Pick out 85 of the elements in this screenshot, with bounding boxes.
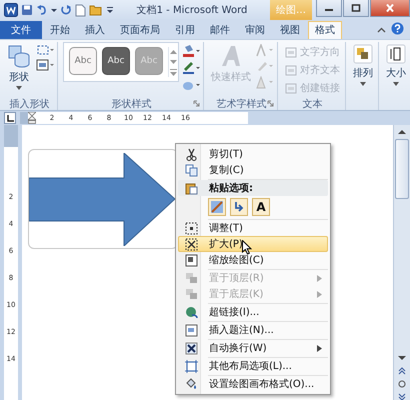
group-label: 插入形状	[10, 98, 50, 110]
edit-shape-icon[interactable]	[36, 44, 54, 56]
group-label: 文本	[302, 98, 322, 110]
menu-item[interactable]: 自动换行(W)	[178, 340, 328, 356]
ribbon-tab[interactable]: 格式	[308, 21, 342, 39]
redo-icon[interactable]	[60, 4, 72, 16]
scale-drawing-icon	[184, 254, 198, 266]
close-button[interactable]	[370, 0, 410, 17]
word-logo-icon[interactable]	[4, 3, 18, 17]
layers-icon	[184, 272, 198, 284]
ribbon-tab[interactable]: 页面布局	[113, 21, 167, 39]
copy-icon	[184, 164, 198, 176]
indent-marker-icon[interactable]	[28, 112, 36, 124]
tab-selector-button[interactable]	[4, 112, 16, 124]
merge-arrow-icon	[232, 200, 246, 214]
contextual-tab-label: 绘图…	[270, 0, 312, 20]
dropdown-icon[interactable]	[106, 4, 114, 16]
shapes-button[interactable]: 形状	[5, 42, 33, 92]
layers-icon	[184, 288, 198, 300]
maximize-icon	[351, 4, 361, 12]
menu-item[interactable]: 超链接(I)...	[178, 304, 328, 320]
scrollbar-thumb[interactable]	[395, 139, 409, 199]
more-styles-icon[interactable]	[170, 67, 177, 77]
minimize-button[interactable]	[316, 0, 342, 17]
arrange-button[interactable]: 排列	[351, 42, 375, 88]
ribbon-tab[interactable]: 开始	[43, 21, 77, 39]
submenu-arrow-icon	[317, 274, 322, 282]
menu-item[interactable]: 设置绘图画布格式(O)...	[178, 376, 328, 392]
menu-item[interactable]: 剪切(T)	[178, 146, 328, 162]
collapse-ribbon-icon[interactable]	[377, 26, 386, 35]
shape-style-swatch[interactable]: Abc	[102, 47, 130, 75]
size-icon	[386, 44, 406, 64]
shapes-icon	[7, 44, 31, 68]
group-label: 形状样式	[112, 98, 152, 110]
menu-item[interactable]: 插入题注(N)...	[178, 322, 328, 338]
submenu-arrow-icon	[317, 290, 322, 298]
text-box-icon	[285, 46, 297, 58]
dotted-frame-icon	[184, 222, 198, 234]
mouse-pointer-icon	[242, 240, 252, 255]
keep-formatting-paste-button[interactable]	[208, 198, 226, 216]
caption-icon	[184, 324, 198, 336]
clipboard-icon	[184, 182, 198, 194]
dialog-launcher-icon[interactable]	[193, 100, 200, 107]
ribbon-tab[interactable]: 引用	[168, 21, 202, 39]
merge-paste-button[interactable]	[230, 198, 248, 216]
arrange-icon	[353, 44, 373, 64]
scissors-icon	[184, 148, 198, 160]
ribbon-tab[interactable]: 视图	[273, 21, 307, 39]
close-icon	[385, 4, 395, 12]
help-icon[interactable]	[391, 22, 404, 35]
caret-icon	[360, 82, 366, 86]
dialog-launcher-icon[interactable]	[267, 100, 274, 107]
group-label: 艺术字样式	[216, 98, 266, 110]
menu-item[interactable]: 缩放绘图(C)	[178, 252, 328, 268]
save-icon[interactable]	[21, 4, 33, 16]
maximize-button[interactable]	[343, 0, 369, 17]
shape-style-swatch[interactable]: Abc	[69, 47, 97, 75]
menu-item[interactable]: 扩大(P)	[178, 236, 328, 252]
menu-item[interactable]: 调整(T)	[178, 220, 328, 236]
paste-options-heading: 粘贴选项:	[208, 182, 253, 195]
layout-frame-icon	[184, 360, 198, 372]
submenu-arrow-icon	[317, 344, 322, 352]
new-document-icon[interactable]	[75, 4, 86, 16]
pen-icon[interactable]	[182, 61, 200, 75]
tab-stop-icon	[6, 114, 14, 122]
text-box-icon	[285, 82, 297, 94]
caret-icon	[16, 86, 22, 90]
globe-icon	[184, 306, 198, 318]
caret-icon	[393, 82, 399, 86]
paint-bucket-icon[interactable]	[182, 44, 200, 58]
text-box-icon	[285, 64, 297, 76]
window-title: 文档1 - Microsoft Word	[136, 4, 248, 17]
text-box-icon[interactable]	[36, 59, 54, 71]
ribbon-tab[interactable]: 邮件	[203, 21, 237, 39]
expand-icon	[184, 238, 198, 250]
undo-icon[interactable]	[36, 4, 48, 16]
text-wrap-icon	[184, 342, 198, 354]
keep-text-paste-button[interactable]: A	[252, 198, 270, 216]
paint-bucket-icon	[184, 378, 198, 390]
ribbon-tab[interactable]: 插入	[78, 21, 112, 39]
menu-item[interactable]: 复制(C)	[178, 162, 328, 178]
menu-item[interactable]: 其他布局选项(L)...	[178, 358, 328, 374]
ribbon-tab[interactable]: 文件	[0, 21, 42, 39]
ribbon-tab[interactable]: 审阅	[238, 21, 272, 39]
size-button[interactable]: 大小	[384, 42, 408, 88]
